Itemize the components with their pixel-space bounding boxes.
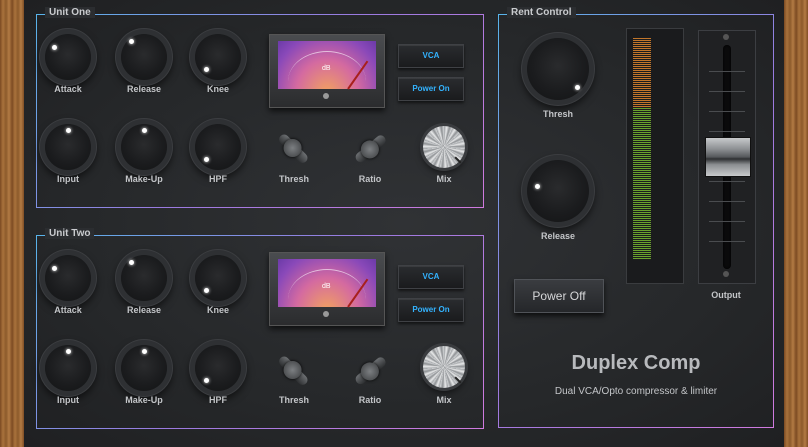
unit-two-makeup-knob[interactable]: [121, 345, 167, 391]
unit-one-mix-label: Mix: [436, 174, 452, 184]
power-off-button[interactable]: Power Off: [514, 279, 604, 313]
wood-side-right: [784, 0, 808, 447]
unit-two-release-label: Release: [126, 305, 162, 315]
unit-one-knee-label: Knee: [206, 84, 229, 94]
unit-one-knee-knob[interactable]: [195, 34, 241, 80]
unit-two-power-button[interactable]: Power On: [398, 298, 464, 322]
unit-one-hpf-knob[interactable]: [195, 124, 241, 170]
unit-one-attack-label: Attack: [54, 84, 82, 94]
unit-one-input-label: Input: [57, 174, 79, 184]
unit-one-input-knob[interactable]: [45, 124, 91, 170]
unit-two-release-knob[interactable]: [121, 255, 167, 301]
unit-two-meter-db: dB: [322, 283, 331, 290]
rent-release-label: Release: [540, 231, 576, 241]
output-label: Output: [711, 290, 741, 300]
rent-release-knob[interactable]: [527, 160, 589, 222]
unit-one-meter-db: dB: [322, 65, 331, 72]
brand-name: Duplex Comp: [571, 352, 701, 374]
unit-two-hpf-label: HPF: [209, 395, 227, 405]
rent-thresh-label: Thresh: [542, 109, 573, 119]
unit-two-knee-knob[interactable]: [195, 255, 241, 301]
unit-two-input-knob[interactable]: [45, 345, 91, 391]
unit-two-vu-meter: dB: [269, 252, 385, 326]
unit-two-vca-button[interactable]: VCA: [398, 265, 464, 289]
unit-one-makeup-label: Make-Up: [125, 174, 163, 184]
unit-two-makeup-label: Make-Up: [125, 395, 163, 405]
brand-tagline: Dual VCA/Opto compressor & limiter: [554, 386, 718, 397]
unit-two-ratio-label: Ratio: [358, 395, 382, 405]
output-level-meter: [626, 28, 684, 284]
unit-two-mix-knob[interactable]: [423, 346, 465, 388]
unit-one-release-label: Release: [126, 84, 162, 94]
unit-one-title: Unit One: [45, 7, 95, 18]
unit-two-attack-knob[interactable]: [45, 255, 91, 301]
unit-one-ratio-label: Ratio: [358, 174, 382, 184]
unit-two-attack-label: Attack: [54, 305, 82, 315]
unit-one-release-knob[interactable]: [121, 34, 167, 80]
output-fader-cap[interactable]: [705, 137, 751, 177]
unit-two-mix-label: Mix: [436, 395, 452, 405]
unit-one-vca-button[interactable]: VCA: [398, 44, 464, 68]
wood-side-left: [0, 0, 24, 447]
unit-two-knee-label: Knee: [206, 305, 229, 315]
rent-control-title: Rent Control: [507, 7, 576, 18]
unit-one-thresh-label: Thresh: [278, 174, 309, 184]
unit-two-title: Unit Two: [45, 228, 95, 239]
output-fader[interactable]: [698, 30, 756, 284]
unit-one-vu-meter: dB: [269, 34, 385, 108]
unit-one-hpf-label: HPF: [209, 174, 227, 184]
unit-two-hpf-knob[interactable]: [195, 345, 241, 391]
unit-one-attack-knob[interactable]: [45, 34, 91, 80]
rent-thresh-knob[interactable]: [527, 38, 589, 100]
unit-one-makeup-knob[interactable]: [121, 124, 167, 170]
unit-one-mix-knob[interactable]: [423, 126, 465, 168]
unit-two-input-label: Input: [57, 395, 79, 405]
unit-two-thresh-label: Thresh: [278, 395, 309, 405]
unit-one-power-button[interactable]: Power On: [398, 77, 464, 101]
